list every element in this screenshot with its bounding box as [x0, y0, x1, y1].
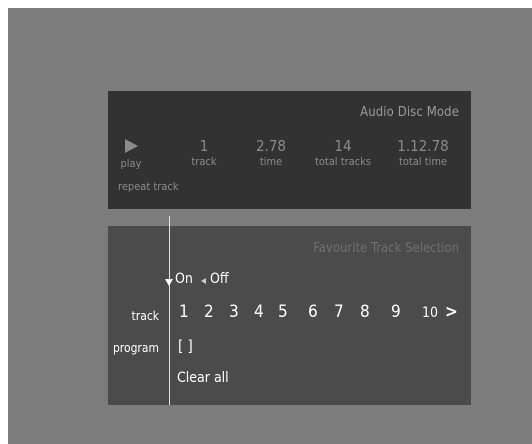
time-stat: 2.78 time — [248, 138, 294, 168]
total-time-stat: 1.12.78 total time — [393, 138, 453, 168]
clear-all-button[interactable]: Clear all — [177, 370, 229, 386]
total-tracks-value: 14 — [334, 137, 352, 155]
next-tracks-button[interactable]: > — [445, 302, 458, 322]
play-icon — [124, 139, 138, 153]
track-button[interactable]: 4 — [254, 302, 264, 322]
down-arrow-icon — [165, 279, 173, 286]
track-button[interactable]: 7 — [334, 302, 344, 322]
favourite-track-panel: Favourite Track Selection On Off track p… — [108, 216, 471, 405]
total-tracks-label: total tracks — [314, 155, 372, 168]
left-arrow-icon — [201, 278, 206, 284]
play-control[interactable]: play — [116, 137, 146, 170]
divider-line — [169, 216, 170, 405]
repeat-track-label[interactable]: repeat track — [118, 180, 179, 193]
time-value: 2.78 — [255, 137, 287, 155]
total-time-label: total time — [398, 155, 448, 168]
total-time-value: 1.12.78 — [397, 137, 449, 155]
track-button[interactable]: 9 — [391, 302, 401, 322]
current-track-value: 1 — [199, 137, 209, 155]
track-button[interactable]: 2 — [204, 302, 214, 322]
track-stat: 1 track — [183, 138, 225, 168]
track-button[interactable]: 10 — [422, 305, 438, 321]
tv-screen: Audio Disc Mode play 1 track 2.78 time 1… — [8, 8, 532, 444]
time-label: time — [259, 155, 283, 168]
track-button[interactable]: 5 — [278, 302, 288, 322]
track-button[interactable]: 8 — [360, 302, 370, 322]
track-button[interactable]: 1 — [179, 302, 189, 322]
track-row-label: track — [131, 309, 159, 323]
favourite-track-title: Favourite Track Selection — [313, 241, 459, 256]
toggle-on-option[interactable]: On — [175, 271, 193, 287]
audio-disc-mode-title: Audio Disc Mode — [360, 105, 459, 120]
current-track-label: track — [191, 155, 217, 168]
track-button[interactable]: 6 — [308, 302, 318, 322]
total-tracks-stat: 14 total tracks — [308, 138, 378, 168]
play-label: play — [120, 157, 142, 170]
track-button[interactable]: 3 — [229, 302, 239, 322]
audio-disc-mode-panel: Audio Disc Mode play 1 track 2.78 time 1… — [108, 91, 471, 209]
toggle-off-option[interactable]: Off — [210, 271, 229, 287]
program-row-label: program — [112, 341, 159, 355]
program-slot[interactable]: [ ] — [178, 337, 193, 355]
